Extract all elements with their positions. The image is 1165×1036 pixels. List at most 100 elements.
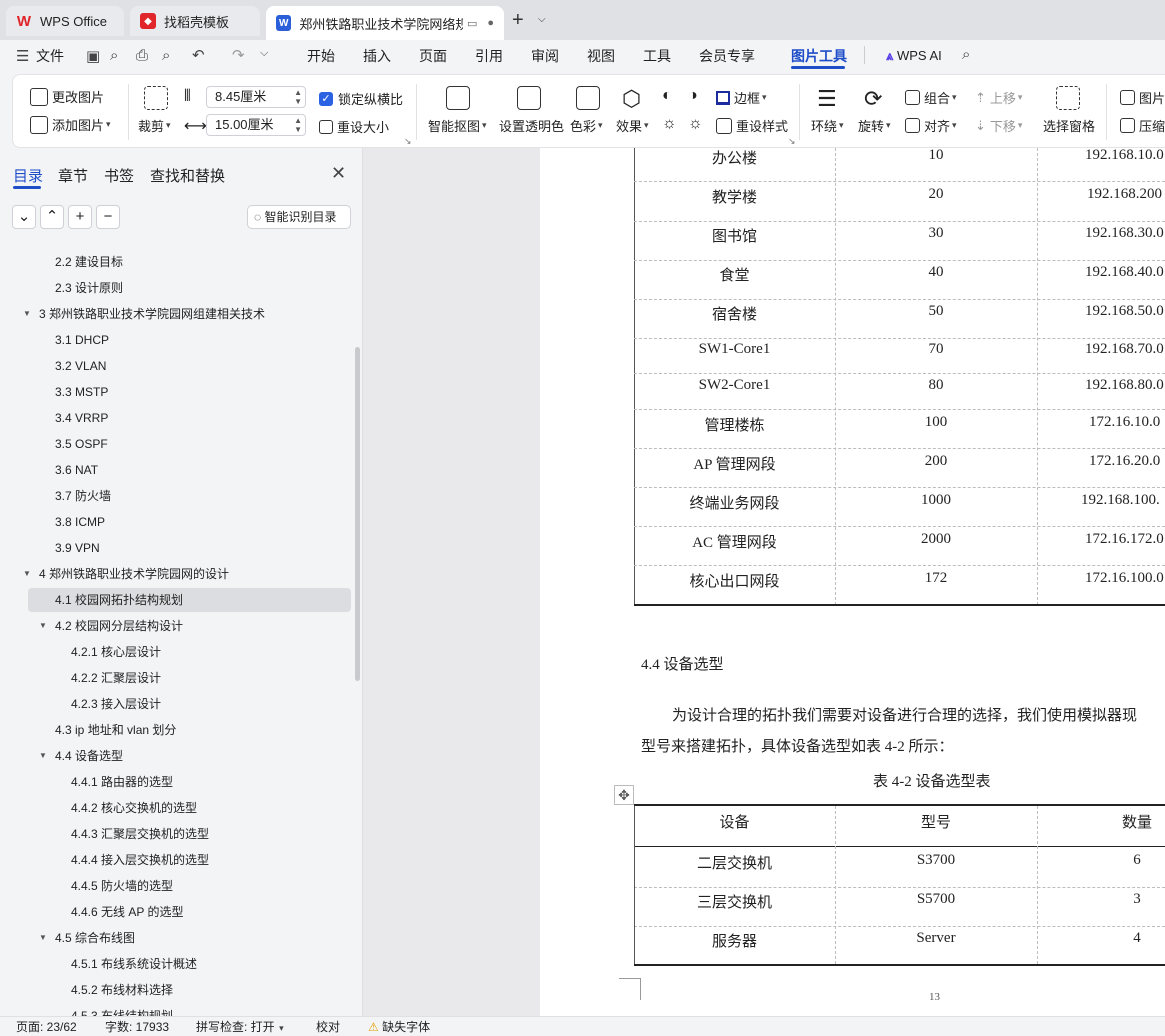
toc-item[interactable]: 3.4 VRRP [55,405,108,431]
menu-page[interactable]: 页面 [419,40,447,72]
reset-size-button[interactable]: 重设大小 [319,117,389,136]
close-icon[interactable]: ✕ [331,163,346,184]
color-icon[interactable] [576,86,600,110]
new-tab-icon[interactable]: + [512,9,524,32]
toc-item[interactable]: 4.4.1 路由器的选型 [71,769,173,795]
effect-button[interactable]: 效果 ▾ [616,116,649,135]
reset-style-button[interactable]: 重设样式 [716,116,788,135]
wrap-icon[interactable]: ☰ [817,86,837,112]
toc-item[interactable]: 3.9 VPN [55,535,100,561]
selection-pane-button[interactable]: 选择窗格 [1043,116,1095,135]
toc-item[interactable]: ▼ 4.5 综合布线图 [39,925,135,951]
width-input[interactable]: 8.45厘米 ▲ ▼ [206,86,306,108]
toc-item[interactable]: 4.4.4 接入层交换机的选型 [71,847,209,873]
transparent-color-icon[interactable] [517,86,541,110]
effect-cube-icon[interactable]: ⬡ [622,86,641,112]
search-icon[interactable]: ⌕ [962,46,970,63]
menu-insert[interactable]: 插入 [363,40,391,72]
hamburger-icon[interactable]: ☰ [16,47,29,65]
chevron-down-icon[interactable]: ▼ [39,743,47,769]
dot-icon[interactable]: ● [487,17,494,29]
change-image-button[interactable]: 更改图片 [30,87,104,106]
crop-icon[interactable] [144,86,168,110]
menu-start[interactable]: 开始 [307,40,335,72]
toc-item[interactable]: ▼ 4.4 设备选型 [39,743,123,769]
menu-member[interactable]: 会员专享 [699,40,755,72]
chevron-down-icon[interactable]: ▼ [39,613,47,639]
image-more-button[interactable]: 图片 [1120,88,1165,107]
table-move-handle-icon[interactable]: ✥ [614,785,634,805]
menu-tools[interactable]: 工具 [643,40,671,72]
crop-button[interactable]: 裁剪 ▾ [138,116,171,135]
color-button[interactable]: 色彩 ▾ [570,116,603,135]
redo-icon[interactable]: ↷ [232,46,245,64]
smart-cutout-button[interactable]: 智能抠图 ▾ [428,116,487,135]
selection-pane-icon[interactable] [1056,86,1080,110]
rotate-button[interactable]: 旋转 ▾ [858,116,891,135]
tab-chapters[interactable]: 章节 [58,165,88,186]
move-up-button[interactable]: ⇡ 上移 ▾ [975,88,1022,107]
tab-toc[interactable]: 目录 [13,165,43,186]
toc-item[interactable]: 4.3 ip 地址和 vlan 划分 [55,717,176,743]
add-heading-button[interactable]: + [68,205,92,229]
border-button[interactable]: 边框 ▾ [716,88,767,107]
panel-scrollbar[interactable] [355,347,360,681]
toc-item[interactable]: 2.2 建设目标 [55,249,123,275]
tab-document[interactable]: W 郑州铁路职业技术学院网络规划 ▭ ● [266,6,504,40]
toc-item[interactable]: 3.7 防火墙 [55,483,111,509]
wrap-button[interactable]: 环绕 ▾ [811,116,844,135]
add-image-button[interactable]: 添加图片 ▾ [30,115,111,134]
menu-wps-ai[interactable]: ⩓ WPS AI [886,40,942,72]
toc-item[interactable]: 4.2.2 汇聚层设计 [71,665,161,691]
expand-icon[interactable]: ↘ [404,136,412,147]
toc-item[interactable]: ▼ 4 郑州铁路职业技术学院园网的设计 [23,561,229,587]
word-count[interactable]: 字数: 17933 [105,1018,169,1035]
toc-item[interactable]: 3.1 DHCP [55,327,109,353]
remove-heading-button[interactable]: − [96,205,120,229]
expand-down-button[interactable]: ⌄ [12,205,36,229]
contrast-down-icon[interactable]: ◑ [688,87,698,105]
tab-wps-office[interactable]: W WPS Office [6,6,124,36]
lock-ratio-checkbox[interactable]: ✓ 锁定纵横比 [319,89,403,108]
height-input[interactable]: 15.00厘米 ▲ ▼ [206,114,306,136]
spell-check-toggle[interactable]: 拼写检查: 打开 ▾ [196,1018,284,1035]
toc-item[interactable]: 4.2.1 核心层设计 [71,639,161,665]
smart-cutout-icon[interactable] [446,86,470,110]
tab-find-replace[interactable]: 查找和替换 [150,165,225,186]
group-button[interactable]: 组合 ▾ [905,88,957,107]
spinner-icon[interactable]: ▲ ▼ [294,116,302,134]
menu-file[interactable]: 文件 [36,40,64,72]
brightness-up-icon[interactable]: ☼ [662,115,677,133]
toc-item[interactable]: 4.4.3 汇聚层交换机的选型 [71,821,209,847]
toc-item[interactable]: 4.2.3 接入层设计 [71,691,161,717]
menu-reference[interactable]: 引用 [475,40,503,72]
toc-item[interactable]: ▼ 3 郑州铁路职业技术学院园网组建相关技术 [23,301,265,327]
missing-font-button[interactable]: ⚠ 缺失字体 [368,1018,430,1035]
toc-item[interactable]: 3.3 MSTP [55,379,108,405]
expand-icon[interactable]: ↘ [788,136,796,147]
align-button[interactable]: 对齐 ▾ [905,116,957,135]
menu-review[interactable]: 审阅 [531,40,559,72]
tab-bookmarks[interactable]: 书签 [104,165,134,186]
toc-item[interactable]: 4.5.1 布线系统设计概述 [71,951,197,977]
toc-item[interactable]: 4.4.2 核心交换机的选型 [71,795,197,821]
contrast-up-icon[interactable]: ◐ [662,87,672,105]
toc-item[interactable]: 3.2 VLAN [55,353,106,379]
rotate-icon[interactable]: ⟳ [864,86,882,112]
move-down-button[interactable]: ⇣ 下移 ▾ [975,116,1022,135]
toc-item[interactable]: 4.5.3 布线结构规划 [71,1003,173,1016]
toc-item[interactable]: 4.4.5 防火墙的选型 [71,873,173,899]
toc-item[interactable]: 4.4.6 无线 AP 的选型 [71,899,183,925]
toc-item[interactable]: 2.3 设计原则 [55,275,123,301]
toc-item[interactable]: 3.8 ICMP [55,509,105,535]
toc-item[interactable]: 3.6 NAT [55,457,98,483]
print-icon[interactable]: ⎙ [136,47,148,64]
brightness-down-icon[interactable]: ☼ [688,115,703,133]
spinner-icon[interactable]: ▲ ▼ [294,88,302,106]
chevron-down-icon[interactable]: ▼ [23,561,31,587]
menu-view[interactable]: 视图 [587,40,615,72]
chevron-down-icon[interactable]: ▼ [23,301,31,327]
toc-item[interactable]: 4.5.2 布线材料选择 [71,977,173,1003]
toc-item-selected[interactable]: 4.1 校园网拓扑结构规划 [55,587,183,613]
share-icon[interactable]: ⌕ [110,47,118,64]
